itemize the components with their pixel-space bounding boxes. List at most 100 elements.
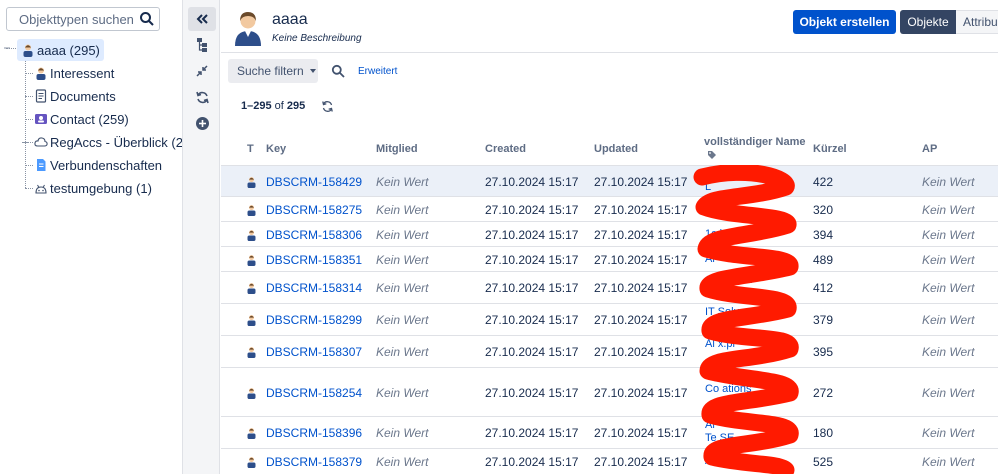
tag-icon [708,151,716,159]
object-key-link[interactable]: DBSCRM-158314 [266,281,362,295]
object-key-link[interactable]: DBSCRM-158396 [266,426,362,440]
cloud-icon [34,137,48,147]
tree-toolbar [182,0,220,474]
tree-item-label: Interessent [50,65,115,81]
ap-cell: Kein Wert [922,253,975,267]
object-key-link[interactable]: DBSCRM-158275 [266,203,362,217]
advanced-search-link[interactable]: Erweitert [358,66,397,77]
person-icon [246,176,257,188]
page-title: aaaa [272,11,308,28]
column-header-member[interactable]: Mitglied [376,143,418,155]
object-type-avatar [235,12,261,46]
short-code-cell: 272 [813,386,834,400]
object-type-search-input[interactable]: Objekttypen suchen [6,7,160,31]
table-row[interactable]: DBSCRM-158275 Kein Wert 27.10.2024 15:17 27… [221,196,998,221]
column-header-key[interactable]: Key [266,143,286,155]
table-row[interactable]: DBSCRM-158379 Kein Wert 27.10.2024 15:17 27… [221,448,998,474]
refresh-results-icon[interactable] [321,100,334,113]
collapse-panel-button[interactable] [188,7,216,31]
person-icon [246,387,257,399]
short-code-cell: 320 [813,203,834,217]
member-cell: Kein Wert [376,203,429,217]
tree-item-label: Documents [50,88,116,104]
tab-attributes[interactable]: Attribu [956,10,998,34]
tree-item-verbundenschaften[interactable]: Verbundenschaften [34,154,162,176]
person-icon [246,427,257,439]
tree-item-interessent[interactable]: Interessent [34,62,114,84]
expand-handle-icon[interactable] [21,138,30,147]
search-icon[interactable] [139,11,155,27]
created-cell: 27.10.2024 15:17 [485,203,579,217]
column-header-fullname[interactable]: vollständiger Name [704,136,805,148]
object-key-link[interactable]: DBSCRM-158379 [266,455,362,469]
column-header-short[interactable]: Kürzel [813,143,847,155]
table-row[interactable]: DBSCRM-158254 Kein Wert 27.10.2024 15:17 27… [221,367,998,416]
updated-cell: 27.10.2024 15:17 [594,253,688,267]
updated-cell: 27.10.2024 15:17 [594,313,688,327]
updated-cell: 27.10.2024 15:17 [594,345,688,359]
column-header-ap[interactable]: AP [922,143,937,155]
object-key-link[interactable]: DBSCRM-158306 [266,228,362,242]
table-row[interactable]: DBSCRM-158306 Kein Wert 27.10.2024 15:17 27… [221,221,998,246]
ap-cell: Kein Wert [922,228,975,242]
object-key-link[interactable]: DBSCRM-158254 [266,386,362,400]
refresh-tree-button[interactable] [188,85,216,109]
object-key-link[interactable]: DBSCRM-158299 [266,313,362,327]
tree-node-handle-icon [4,47,10,49]
ap-cell: Kein Wert [922,386,975,400]
hierarchy-icon [197,38,207,52]
created-cell: 27.10.2024 15:17 [485,455,579,469]
object-type-tree-panel: Objekttypen suchen aaaa (295) Interessen… [0,0,202,474]
tree-connector [25,61,26,188]
tree-item-regaccs[interactable]: RegAccs - Überblick (295) [34,131,202,153]
add-object-type-button[interactable] [188,111,216,135]
short-code-cell: 394 [813,228,834,242]
tree-connector [25,96,33,97]
updated-cell: 27.10.2024 15:17 [594,203,688,217]
tree-item-contact[interactable]: Contact (259) [34,108,129,130]
short-code-cell: 489 [813,253,834,267]
tree-item-label: testumgebung (1) [50,180,152,196]
table-row[interactable]: DBSCRM-158314 Kein Wert 27.10.2024 15:17 27… [221,271,998,303]
table-row[interactable]: DBSCRM-158396 Kein Wert 27.10.2024 15:17 27… [221,416,998,448]
short-code-cell: 422 [813,175,834,189]
column-header-created[interactable]: Created [485,143,526,155]
table-row[interactable]: DBSCRM-158429 Kein Wert 27.10.2024 15:17 27… [221,165,998,196]
search-placeholder: Objekttypen suchen [19,12,134,27]
tree-item-root[interactable]: aaaa (295) [17,39,104,61]
updated-cell: 27.10.2024 15:17 [594,228,688,242]
table-row[interactable]: DBSCRM-158351 Kein Wert 27.10.2024 15:17 27… [221,246,998,271]
tree-item-testumgebung[interactable]: testumgebung (1) [34,177,152,199]
object-key-link[interactable]: DBSCRM-158307 [266,345,362,359]
table-row[interactable]: DBSCRM-158299 Kein Wert 27.10.2024 15:17 27… [221,303,998,335]
object-key-link[interactable]: DBSCRM-158351 [266,253,362,267]
search-icon[interactable] [331,64,345,78]
refresh-icon [195,91,209,103]
member-cell: Kein Wert [376,386,429,400]
result-count: 1–295 of 295 [241,100,305,112]
member-cell: Kein Wert [376,253,429,267]
tree-item-documents[interactable]: Documents [34,85,116,107]
ap-cell: Kein Wert [922,281,975,295]
collapse-all-button[interactable] [188,59,216,83]
object-key-link[interactable]: DBSCRM-158429 [266,175,362,189]
shrink-arrows-icon [196,65,208,77]
filter-button-label: Suche filtern [237,64,304,78]
filter-search-dropdown[interactable]: Suche filtern [228,59,318,83]
create-object-button[interactable]: Objekt erstellen [793,10,896,34]
caret-down-icon [309,69,316,73]
tree-item-label: Verbundenschaften [50,157,163,173]
column-header-type[interactable]: T [247,143,254,155]
member-cell: Kein Wert [376,455,429,469]
table-header: T Key Mitglied Created Updated vollständ… [221,132,998,164]
tree-item-label: Contact (259) [50,111,129,127]
tree-view-button[interactable] [188,33,216,57]
updated-cell: 27.10.2024 15:17 [594,386,688,400]
tree-connector [25,119,33,120]
table-row[interactable]: DBSCRM-158307 Kein Wert 27.10.2024 15:17 27… [221,335,998,367]
short-code-cell: 395 [813,345,834,359]
tab-objects[interactable]: Objekte [900,10,956,34]
person-icon [36,67,46,80]
tree-connector [25,188,33,189]
column-header-updated[interactable]: Updated [594,143,638,155]
